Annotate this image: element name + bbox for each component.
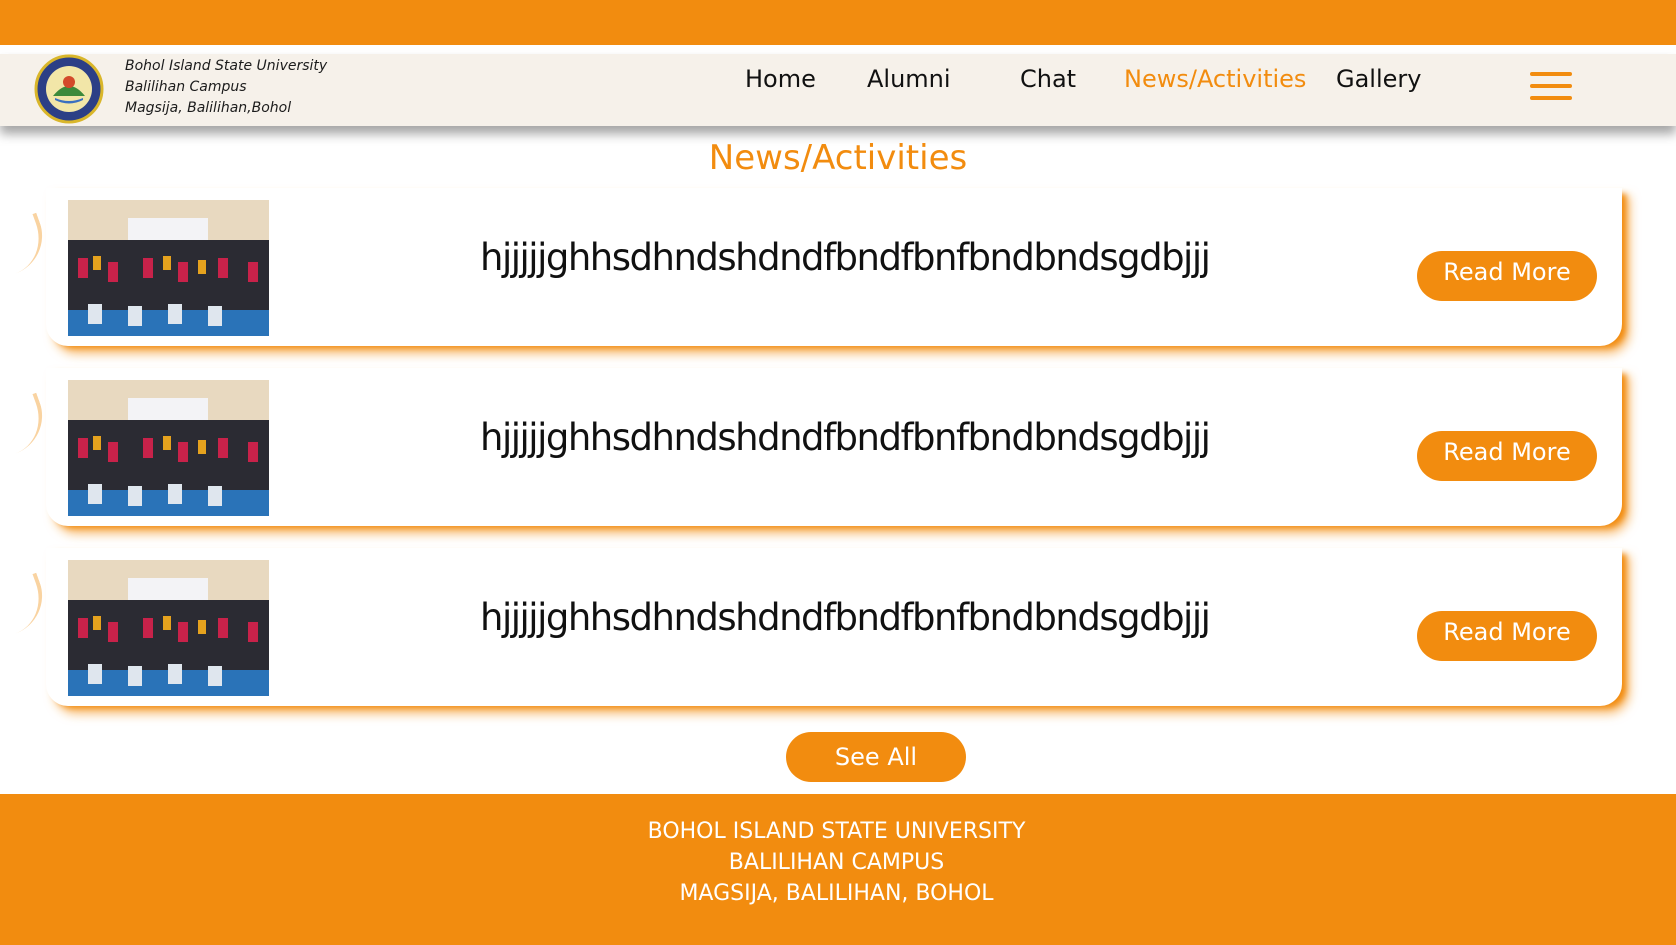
news-card: hjjjjjghhsdhndshdndfbndfbnfbndbndsgdbjjj… [0,368,1622,526]
university-logo[interactable] [29,54,110,124]
brand-line-3: Magsija, Balilihan,Bohol [125,100,292,116]
nav-news-activities[interactable]: News/Activities [1124,65,1306,93]
brand-line-2: Balilihan Campus [125,79,247,95]
read-more-button[interactable]: Read More [1417,251,1597,301]
news-card: hjjjjjghhsdhndshdndfbndfbnfbndbndsgdbjjj… [0,188,1622,346]
footer-line-3: MAGSIJA, BALILIHAN, BOHOL [679,881,994,906]
top-accent-bar [0,0,1676,45]
footer: BOHOL ISLAND STATE UNIVERSITY BALILIHAN … [0,794,1676,945]
nav-home[interactable]: Home [745,65,816,93]
footer-line-2: BALILIHAN CAMPUS [728,850,945,875]
brand-text: Bohol Island State University Balilihan … [125,56,327,119]
news-card: hjjjjjghhsdhndshdndfbndfbnfbndbndsgdbjjj… [0,548,1622,706]
footer-line-1: BOHOL ISLAND STATE UNIVERSITY [647,819,1026,844]
news-thumbnail[interactable] [68,560,269,696]
hamburger-menu-icon[interactable] [1530,70,1572,102]
navbar: Bohol Island State University Balilihan … [0,54,1676,126]
read-more-button[interactable]: Read More [1417,431,1597,481]
news-thumbnail[interactable] [68,200,269,336]
section-title: News/Activities [708,138,968,178]
brand-line-1: Bohol Island State University [125,58,328,74]
news-thumbnail[interactable] [68,380,269,516]
see-all-button[interactable]: See All [786,732,966,782]
news-title: hjjjjjghhsdhndshdndfbndfbnfbndbndsgdbjjj [480,596,1211,639]
read-more-button[interactable]: Read More [1417,611,1597,661]
news-title: hjjjjjghhsdhndshdndfbndfbnfbndbndsgdbjjj [480,236,1211,279]
nav-chat[interactable]: Chat [1020,65,1076,93]
nav-gallery[interactable]: Gallery [1336,65,1421,93]
nav-alumni[interactable]: Alumni [867,65,951,93]
news-title: hjjjjjghhsdhndshdndfbndfbnfbndbndsgdbjjj [480,416,1211,459]
